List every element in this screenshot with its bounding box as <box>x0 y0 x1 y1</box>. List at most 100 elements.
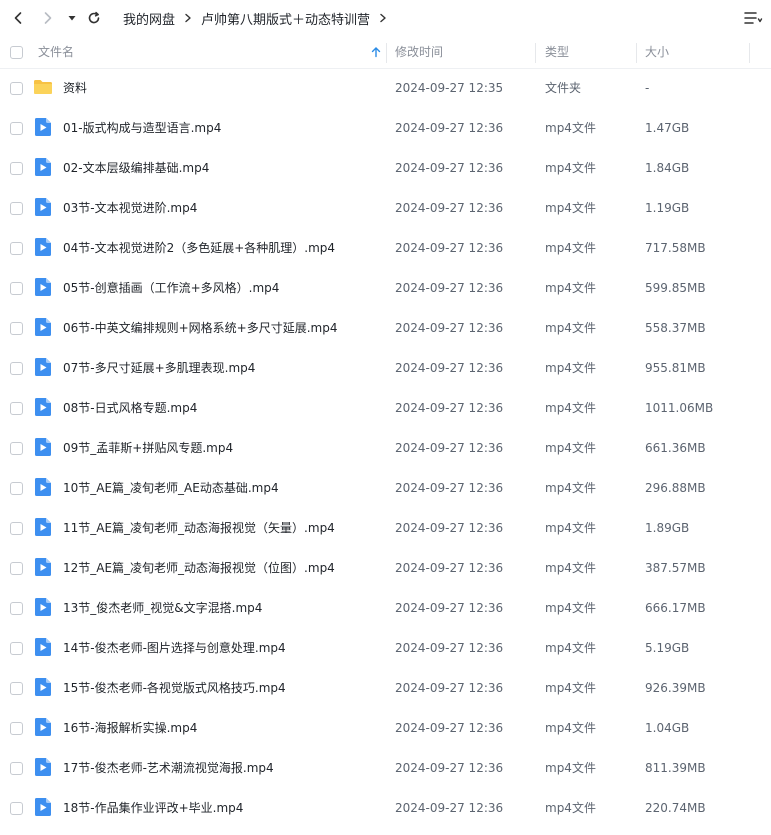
sort-ascending-arrow-icon[interactable] <box>370 46 382 58</box>
file-row[interactable]: 06节-中英文编排规则+网格系统+多尺寸延展.mp4 2024-09-27 12:… <box>0 308 771 348</box>
file-name[interactable]: 11节_AE篇_凌旬老师_动态海报视觉（矢量）.mp4 <box>63 508 335 548</box>
row-checkbox[interactable] <box>10 802 23 815</box>
file-name[interactable]: 17节-俊杰老师-艺术潮流视觉海报.mp4 <box>63 748 274 788</box>
forward-button[interactable] <box>38 8 58 28</box>
file-row[interactable]: 资料 2024-09-27 12:35 文件夹 - <box>0 68 771 108</box>
file-size: 5.19GB <box>645 641 690 655</box>
file-name[interactable]: 15节-俊杰老师-各视觉版式风格技巧.mp4 <box>63 668 286 708</box>
file-name[interactable]: 05节-创意插画（工作流+多风格）.mp4 <box>63 268 279 308</box>
file-name[interactable]: 08节-日式风格专题.mp4 <box>63 388 197 428</box>
breadcrumb-item-current[interactable]: 卢帅第八期版式＋动态特训营 <box>193 9 378 28</box>
refresh-button[interactable] <box>84 8 104 28</box>
video-file-icon <box>33 597 53 617</box>
column-divider[interactable] <box>535 43 536 63</box>
file-name[interactable]: 16节-海报解析实操.mp4 <box>63 708 197 748</box>
video-file-icon <box>33 757 53 777</box>
file-row[interactable]: 15节-俊杰老师-各视觉版式风格技巧.mp4 2024-09-27 12:36 mp… <box>0 668 771 708</box>
file-size: - <box>645 81 650 95</box>
file-size: 717.58MB <box>645 241 706 255</box>
file-row[interactable]: 17节-俊杰老师-艺术潮流视觉海报.mp4 2024-09-27 12:36 mp4… <box>0 748 771 788</box>
row-checkbox[interactable] <box>10 202 23 215</box>
file-name[interactable]: 06节-中英文编排规则+网格系统+多尺寸延展.mp4 <box>63 308 337 348</box>
file-type: mp4文件 <box>545 481 596 495</box>
row-checkbox[interactable] <box>10 722 23 735</box>
file-row[interactable]: 05节-创意插画（工作流+多风格）.mp4 2024-09-27 12:36 mp4… <box>0 268 771 308</box>
row-checkbox[interactable] <box>10 762 23 775</box>
file-row[interactable]: 04节-文本视觉进阶2（多色延展+各种肌理）.mp4 2024-09-27 12:… <box>0 228 771 268</box>
column-divider[interactable] <box>386 43 387 63</box>
file-type: mp4文件 <box>545 401 596 415</box>
row-checkbox[interactable] <box>10 322 23 335</box>
row-checkbox[interactable] <box>10 602 23 615</box>
file-row[interactable]: 01-版式构成与造型语言.mp4 2024-09-27 12:36 mp4文件 1.4… <box>0 108 771 148</box>
column-modified-header[interactable]: 修改时间 <box>395 37 443 68</box>
column-type-header[interactable]: 类型 <box>545 37 569 68</box>
chevron-left-icon <box>14 12 22 24</box>
file-name[interactable]: 01-版式构成与造型语言.mp4 <box>63 108 221 148</box>
file-name[interactable]: 09节_孟菲斯+拼贴风专题.mp4 <box>63 428 233 468</box>
row-checkbox[interactable] <box>10 562 23 575</box>
file-name[interactable]: 02-文本层级编排基础.mp4 <box>63 148 209 188</box>
file-row[interactable]: 18节-作品集作业评改+毕业.mp4 2024-09-27 12:36 mp4文件 2… <box>0 788 771 828</box>
file-row[interactable]: 14节-俊杰老师-图片选择与创意处理.mp4 2024-09-27 12:36 mp… <box>0 628 771 668</box>
video-file-icon <box>33 197 53 217</box>
file-name[interactable]: 14节-俊杰老师-图片选择与创意处理.mp4 <box>63 628 286 668</box>
file-name[interactable]: 03节-文本视觉进阶.mp4 <box>63 188 197 228</box>
column-divider[interactable] <box>636 43 637 63</box>
row-checkbox[interactable] <box>10 482 23 495</box>
file-type: mp4文件 <box>545 761 596 775</box>
file-row[interactable]: 10节_AE篇_凌旬老师_AE动态基础.mp4 2024-09-27 12:36 m… <box>0 468 771 508</box>
file-size: 811.39MB <box>645 761 706 775</box>
column-divider[interactable] <box>749 43 750 63</box>
row-checkbox[interactable] <box>10 282 23 295</box>
breadcrumb: 我的网盘 卢帅第八期版式＋动态特训营 <box>115 0 388 36</box>
file-row[interactable]: 08节-日式风格专题.mp4 2024-09-27 12:36 mp4文件 1011.… <box>0 388 771 428</box>
file-name[interactable]: 13节_俊杰老师_视觉&文字混搭.mp4 <box>63 588 262 628</box>
file-row[interactable]: 03节-文本视觉进阶.mp4 2024-09-27 12:36 mp4文件 1.19G… <box>0 188 771 228</box>
file-row[interactable]: 09节_孟菲斯+拼贴风专题.mp4 2024-09-27 12:36 mp4文件 66… <box>0 428 771 468</box>
breadcrumb-item-root[interactable]: 我的网盘 <box>115 9 183 28</box>
row-checkbox[interactable] <box>10 82 23 95</box>
file-row[interactable]: 07节-多尺寸延展+多肌理表现.mp4 2024-09-27 12:36 mp4文件… <box>0 348 771 388</box>
sort-menu-button[interactable] <box>743 8 763 28</box>
row-checkbox[interactable] <box>10 522 23 535</box>
file-name[interactable]: 12节_AE篇_凌旬老师_动态海报视觉（位图）.mp4 <box>63 548 335 588</box>
history-dropdown[interactable] <box>62 8 82 28</box>
file-name[interactable]: 10节_AE篇_凌旬老师_AE动态基础.mp4 <box>63 468 279 508</box>
file-modified-time: 2024-09-27 12:36 <box>395 641 504 655</box>
file-name[interactable]: 资料 <box>63 68 87 108</box>
file-type: mp4文件 <box>545 321 596 335</box>
file-name[interactable]: 07节-多尺寸延展+多肌理表现.mp4 <box>63 348 255 388</box>
row-checkbox[interactable] <box>10 242 23 255</box>
row-checkbox[interactable] <box>10 682 23 695</box>
file-size: 1.84GB <box>645 161 690 175</box>
video-file-icon <box>33 317 53 337</box>
file-modified-time: 2024-09-27 12:36 <box>395 281 504 295</box>
file-modified-time: 2024-09-27 12:36 <box>395 681 504 695</box>
back-button[interactable] <box>8 8 28 28</box>
row-checkbox[interactable] <box>10 122 23 135</box>
folder-icon <box>33 77 53 97</box>
row-checkbox[interactable] <box>10 442 23 455</box>
row-checkbox[interactable] <box>10 642 23 655</box>
row-checkbox[interactable] <box>10 162 23 175</box>
file-row[interactable]: 12节_AE篇_凌旬老师_动态海报视觉（位图）.mp4 2024-09-27 12… <box>0 548 771 588</box>
video-file-icon <box>33 797 53 817</box>
column-name-header[interactable]: 文件名 <box>38 37 74 68</box>
file-name[interactable]: 04节-文本视觉进阶2（多色延展+各种肌理）.mp4 <box>63 228 335 268</box>
file-modified-time: 2024-09-27 12:36 <box>395 441 504 455</box>
file-row[interactable]: 16节-海报解析实操.mp4 2024-09-27 12:36 mp4文件 1.04G… <box>0 708 771 748</box>
file-row[interactable]: 11节_AE篇_凌旬老师_动态海报视觉（矢量）.mp4 2024-09-27 12… <box>0 508 771 548</box>
file-row[interactable]: 13节_俊杰老师_视觉&文字混搭.mp4 2024-09-27 12:36 mp4文… <box>0 588 771 628</box>
file-row[interactable]: 02-文本层级编排基础.mp4 2024-09-27 12:36 mp4文件 1.84… <box>0 148 771 188</box>
file-size: 387.57MB <box>645 561 706 575</box>
file-modified-time: 2024-09-27 12:36 <box>395 481 504 495</box>
row-checkbox[interactable] <box>10 362 23 375</box>
file-name[interactable]: 18节-作品集作业评改+毕业.mp4 <box>63 788 243 828</box>
column-size-header[interactable]: 大小 <box>645 37 669 68</box>
row-checkbox[interactable] <box>10 402 23 415</box>
file-type: mp4文件 <box>545 601 596 615</box>
file-size: 558.37MB <box>645 321 706 335</box>
file-size: 599.85MB <box>645 281 706 295</box>
select-all-checkbox[interactable] <box>10 46 23 59</box>
